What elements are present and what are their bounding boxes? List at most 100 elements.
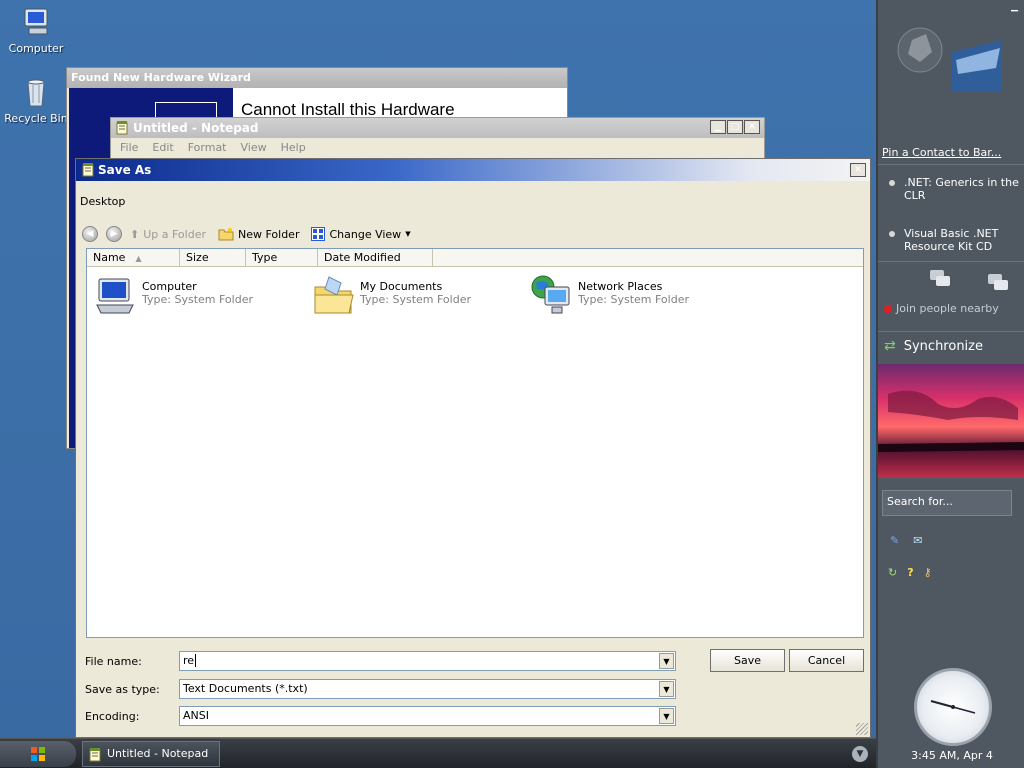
file-name-input[interactable]: re ▼ — [179, 651, 676, 671]
computer-icon — [20, 6, 52, 38]
chevron-down-icon[interactable]: ▼ — [852, 746, 868, 762]
slideshow-image[interactable] — [878, 364, 1024, 478]
clock-face-icon — [930, 700, 976, 714]
help-icon[interactable]: ? — [907, 566, 913, 579]
menu-file[interactable]: File — [120, 141, 138, 154]
start-button[interactable] — [0, 741, 76, 767]
sync-icon: ⇄ — [884, 338, 896, 354]
desktop-icon-recycle-bin[interactable]: Recycle Bin — [0, 76, 72, 125]
menu-edit[interactable]: Edit — [152, 141, 173, 154]
people-icon — [988, 274, 1008, 290]
pin-contact-section: Pin a Contact to Bar... — [878, 146, 1024, 159]
feed-item[interactable]: Visual Basic .NET Resource Kit CD — [886, 227, 1020, 253]
column-date-modified[interactable]: Date Modified — [318, 249, 433, 266]
item-name: Network Places — [578, 280, 663, 293]
notepad-title: Untitled - Notepad — [133, 121, 259, 135]
computer-icon — [96, 278, 134, 314]
encoding-select[interactable]: ANSI ▼ — [179, 706, 676, 726]
notepad-icon — [82, 163, 94, 177]
item-type: Type: System Folder — [578, 293, 689, 306]
save-as-title: Save As — [98, 163, 152, 177]
divider — [878, 164, 1024, 165]
divider — [878, 331, 1024, 332]
up-folder-label: Up a Folder — [143, 227, 206, 241]
link-icon[interactable]: ✎ — [890, 534, 899, 547]
dialog-toolbar: ◀ ▶ ⬆ Up a Folder New Folder Change View… — [82, 223, 423, 245]
sort-up-icon: ▲ — [135, 254, 142, 263]
minimize-button[interactable]: ▁ — [710, 120, 726, 134]
back-icon[interactable]: ◀ — [82, 226, 98, 242]
file-name-label: File name: — [85, 654, 142, 668]
clock-widget[interactable] — [914, 668, 992, 746]
sunset-graphic — [878, 390, 1024, 452]
chevron-down-icon[interactable]: ▼ — [659, 681, 674, 697]
close-button[interactable]: ✕ — [850, 163, 866, 177]
notepad-titlebar: Untitled - Notepad ▁ □ ✕ — [111, 118, 764, 138]
chevron-down-icon: ▼ — [405, 230, 411, 238]
taskbar-item-notepad[interactable]: Untitled - Notepad — [82, 741, 220, 767]
list-item[interactable]: Computer Type: System Folder — [87, 273, 297, 321]
list-item[interactable]: My Documents Type: System Folder — [305, 273, 515, 321]
search-placeholder: Search for... — [887, 495, 953, 508]
minimize-sidebar-icon[interactable]: ▁ — [1011, 2, 1018, 12]
file-list[interactable]: Name ▲ Size Type Date Modified Computer T… — [86, 248, 864, 638]
notepad-menubar: File Edit Format View Help — [111, 138, 764, 154]
windows-logo-icon — [31, 747, 45, 761]
column-headers: Name ▲ Size Type Date Modified — [87, 249, 863, 267]
column-label: Size — [186, 251, 209, 264]
quick-launch-row: ↻ ? ⚷ — [888, 566, 932, 579]
notepad-icon — [89, 748, 101, 762]
column-name[interactable]: Name ▲ — [87, 249, 180, 266]
column-label: Date Modified — [324, 251, 401, 264]
menu-help[interactable]: Help — [281, 141, 306, 154]
pin-contact-link[interactable]: Pin a Contact to Bar... — [882, 146, 1001, 159]
menu-view[interactable]: View — [241, 141, 267, 154]
column-size[interactable]: Size — [180, 249, 246, 266]
taskbar-item-label: Untitled - Notepad — [107, 747, 209, 760]
save-type-row: Save as type: Text Documents (*.txt) ▼ — [85, 679, 676, 699]
taskbar: Untitled - Notepad ▼ — [0, 738, 876, 768]
search-input[interactable]: Search for... — [882, 490, 1012, 516]
column-label: Type — [252, 251, 278, 264]
refresh-icon[interactable]: ↻ — [888, 566, 897, 579]
column-type[interactable]: Type — [246, 249, 318, 266]
file-name-value: re — [183, 654, 195, 667]
save-type-value: Text Documents (*.txt) — [183, 682, 308, 695]
file-name-row: File name: re ▼ — [85, 651, 676, 671]
people-icon — [930, 270, 950, 286]
join-people-link[interactable]: Join people nearby — [884, 302, 999, 315]
menu-format[interactable]: Format — [188, 141, 227, 154]
desktop-icon-label: Recycle Bin — [4, 112, 68, 125]
new-folder-button[interactable]: New Folder — [218, 227, 299, 241]
cancel-button[interactable]: Cancel — [789, 649, 864, 672]
synchronize-button[interactable]: ⇄ Synchronize — [884, 338, 983, 354]
list-item[interactable]: Network Places Type: System Folder — [523, 273, 733, 321]
status-dot-icon — [884, 304, 892, 313]
join-people-label: Join people nearby — [896, 302, 999, 315]
divider — [878, 261, 1024, 262]
new-folder-label: New Folder — [237, 227, 300, 241]
key-icon[interactable]: ⚷ — [924, 566, 932, 579]
change-view-button[interactable]: Change View ▼ — [311, 227, 411, 241]
desktop-icon-computer[interactable]: Computer — [0, 6, 72, 55]
item-name: Computer — [142, 280, 197, 293]
new-folder-icon — [218, 228, 234, 241]
encoding-label: Encoding: — [85, 709, 140, 723]
save-as-titlebar: Save As ✕ — [76, 159, 870, 181]
save-as-dialog[interactable]: Save As ✕ Desktop ◀ ▶ ⬆ Up a Folder New … — [75, 158, 871, 738]
up-arrow-icon: ⬆ — [130, 227, 140, 241]
mail-icon[interactable]: ✉ — [913, 534, 922, 547]
up-folder-button[interactable]: ⬆ Up a Folder — [130, 228, 206, 241]
resize-grip[interactable] — [856, 723, 868, 735]
save-type-select[interactable]: Text Documents (*.txt) ▼ — [179, 679, 676, 699]
chevron-down-icon[interactable]: ▼ — [659, 653, 674, 669]
view-grid-icon — [311, 227, 326, 241]
forward-icon[interactable]: ▶ — [106, 226, 122, 242]
feed-item[interactable]: .NET: Generics in the CLR — [886, 176, 1020, 202]
item-name: My Documents — [360, 280, 443, 293]
hardware-wizard-title: Found New Hardware Wizard — [67, 68, 567, 88]
maximize-button[interactable]: □ — [727, 120, 743, 134]
close-button[interactable]: ✕ — [744, 120, 760, 134]
chevron-down-icon[interactable]: ▼ — [659, 708, 674, 724]
save-button[interactable]: Save — [710, 649, 785, 672]
